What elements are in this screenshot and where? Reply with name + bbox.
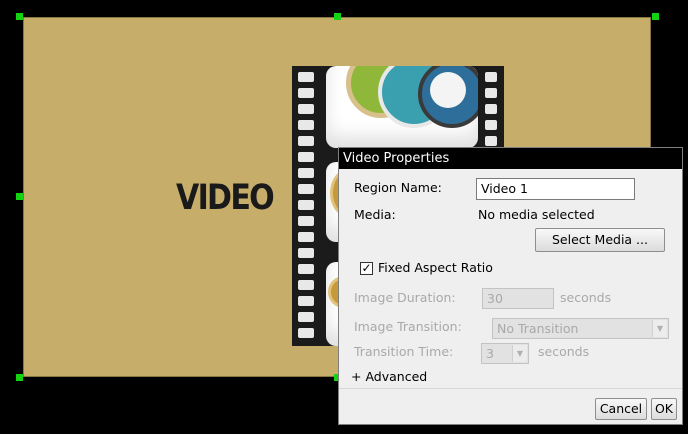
resize-handle-top-left[interactable] [16,13,23,20]
transition-time-value: 3 [486,346,494,361]
cancel-button[interactable]: Cancel [595,398,647,420]
dialog-footer-divider [339,388,682,389]
media-value: No media selected [478,207,595,222]
select-media-button[interactable]: Select Media ... [535,228,665,252]
fixed-aspect-label[interactable]: Fixed Aspect Ratio [378,260,493,275]
transition-time-label: Transition Time: [354,344,454,359]
transition-time-select[interactable]: 3 ▼ [481,343,529,364]
chevron-down-icon: ▼ [652,320,667,337]
video-region-label: VIDEO [176,178,275,218]
editor-canvas: VIDEO Video Properties Region Name: Vide… [0,0,688,434]
dialog-title[interactable]: Video Properties [339,148,682,169]
ok-button[interactable]: OK [651,398,677,420]
image-transition-value: No Transition [497,321,579,336]
film-strip-left [292,66,322,346]
image-duration-input[interactable]: 30 [482,288,554,309]
fixed-aspect-checkbox[interactable]: ✓ [360,262,373,275]
region-name-label: Region Name: [354,180,442,195]
media-label: Media: [354,207,396,222]
resize-handle-top-right[interactable] [652,13,659,20]
resize-handle-left[interactable] [16,193,23,200]
video-properties-dialog: Video Properties Region Name: Video 1 Me… [338,147,683,425]
resize-handle-bottom-left[interactable] [16,374,23,381]
image-transition-select[interactable]: No Transition ▼ [492,318,669,339]
transition-time-unit: seconds [538,344,590,359]
region-name-input[interactable]: Video 1 [476,178,635,200]
film-frame-top [326,66,478,148]
image-transition-label: Image Transition: [354,319,462,334]
resize-handle-top[interactable] [334,13,341,20]
chevron-down-icon: ▼ [512,345,527,362]
image-duration-label: Image Duration: [354,290,456,305]
image-duration-unit: seconds [560,290,612,305]
advanced-toggle[interactable]: + Advanced [351,369,427,384]
